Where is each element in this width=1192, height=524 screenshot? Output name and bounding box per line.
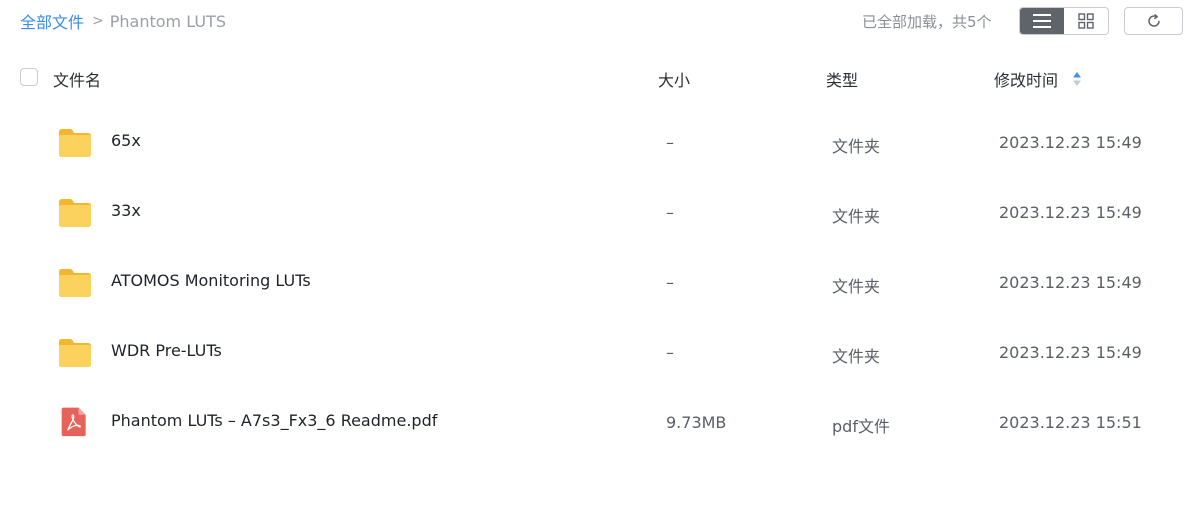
- breadcrumb: 全部文件 > Phantom LUTS: [20, 9, 226, 33]
- file-browser: 全部文件 > Phantom LUTS 已全部加载，共5个 文件名 大小 类型 …: [0, 0, 1192, 524]
- table-header: 文件名 大小 类型 修改时间: [0, 62, 1192, 94]
- file-type: 文件夹: [832, 347, 881, 366]
- grid-view-button[interactable]: [1064, 8, 1108, 34]
- select-all-checkbox[interactable]: [20, 68, 38, 86]
- file-size: –: [666, 133, 674, 152]
- list-view-button[interactable]: [1020, 8, 1064, 34]
- load-status: 已全部加载，共5个: [862, 13, 992, 31]
- column-header-modified[interactable]: 修改时间: [994, 67, 1082, 91]
- list-view-icon: [1033, 14, 1051, 28]
- file-modified: 2023.12.23 15:51: [999, 413, 1142, 432]
- file-row[interactable]: ATOMOS Monitoring LUTs – 文件夹 2023.12.23 …: [0, 248, 1192, 318]
- file-type: pdf文件: [832, 417, 890, 436]
- file-row[interactable]: WDR Pre-LUTs – 文件夹 2023.12.23 15:49: [0, 318, 1192, 388]
- file-name[interactable]: WDR Pre-LUTs: [111, 341, 222, 360]
- file-name[interactable]: ATOMOS Monitoring LUTs: [111, 271, 311, 290]
- folder-icon: [59, 269, 91, 297]
- pdf-icon: [61, 407, 86, 437]
- file-modified: 2023.12.23 15:49: [999, 133, 1142, 152]
- refresh-icon: [1147, 14, 1160, 27]
- file-modified: 2023.12.23 15:49: [999, 273, 1142, 292]
- column-header-type[interactable]: 类型: [826, 67, 858, 91]
- breadcrumb-separator: >: [92, 13, 104, 29]
- breadcrumb-current: Phantom LUTS: [109, 11, 226, 31]
- file-type: 文件夹: [832, 277, 881, 296]
- folder-icon: [59, 339, 91, 367]
- file-row[interactable]: Phantom LUTs – A7s3_Fx3_6 Readme.pdf 9.7…: [0, 388, 1192, 458]
- folder-icon: [59, 129, 91, 157]
- file-name[interactable]: 33x: [111, 201, 141, 220]
- file-size: –: [666, 273, 674, 292]
- file-size: –: [666, 203, 674, 222]
- file-modified: 2023.12.23 15:49: [999, 203, 1142, 222]
- file-name[interactable]: Phantom LUTs – A7s3_Fx3_6 Readme.pdf: [111, 411, 437, 430]
- file-size: 9.73MB: [666, 413, 727, 432]
- column-header-name[interactable]: 文件名: [53, 67, 101, 91]
- file-type: 文件夹: [832, 137, 881, 156]
- file-type: 文件夹: [832, 207, 881, 226]
- file-row[interactable]: 33x – 文件夹 2023.12.23 15:49: [0, 178, 1192, 248]
- file-size: –: [666, 343, 674, 362]
- column-header-size[interactable]: 大小: [658, 67, 690, 91]
- file-modified: 2023.12.23 15:49: [999, 343, 1142, 362]
- file-name[interactable]: 65x: [111, 131, 141, 150]
- grid-view-icon: [1078, 13, 1094, 29]
- breadcrumb-root-link[interactable]: 全部文件: [20, 9, 84, 33]
- column-header-modified-label: 修改时间: [994, 71, 1059, 90]
- refresh-button[interactable]: [1124, 7, 1183, 35]
- view-toggle: [1019, 7, 1109, 35]
- folder-icon: [59, 199, 91, 227]
- sort-icon[interactable]: [1072, 71, 1082, 87]
- file-row[interactable]: 65x – 文件夹 2023.12.23 15:49: [0, 108, 1192, 178]
